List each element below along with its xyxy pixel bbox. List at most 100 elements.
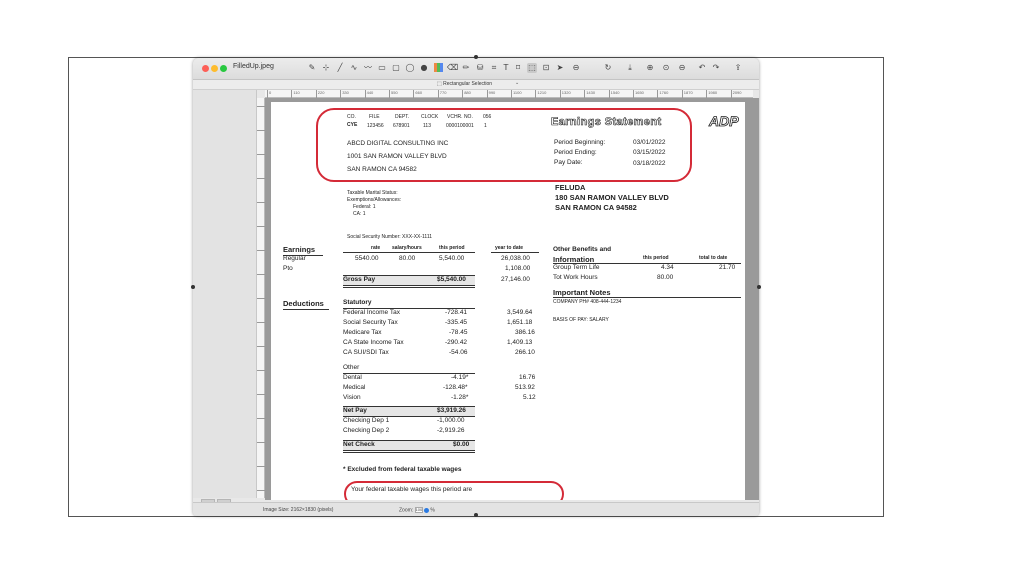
text-icon[interactable]: T — [501, 63, 511, 73]
crop-icon[interactable]: ⌗ — [489, 63, 499, 73]
ruler-number: 1870 — [683, 90, 693, 95]
net-check-label: Net Check — [343, 441, 375, 448]
color-swatch-icon[interactable] — [433, 63, 443, 73]
earnings-header-rule — [343, 252, 475, 253]
image-canvas[interactable]: CO. FILE DEPT. CLOCK VCHR. NO. 056 CYE 1… — [265, 98, 759, 500]
checking-dep-1-value: -1,000.00 — [437, 417, 465, 424]
rectangle-icon[interactable]: ▭ — [377, 63, 387, 73]
col-salary-hours: salary/hours — [392, 245, 422, 251]
ruler-tick — [257, 202, 265, 203]
line-icon[interactable]: ╱ — [335, 63, 345, 73]
ellipse-icon[interactable]: ◯ — [405, 63, 415, 73]
resize-handle-bottom[interactable] — [474, 513, 478, 517]
checking-dep-1-label: Checking Dep 1 — [343, 417, 390, 424]
resize-handle-right[interactable] — [757, 285, 761, 289]
zoom-actual-icon[interactable]: ⊙ — [661, 63, 671, 73]
deduction-this: -335.45 — [445, 319, 468, 326]
freehand-icon[interactable]: 〰 — [363, 63, 373, 73]
magic-select-icon[interactable]: ⊡ — [541, 63, 551, 73]
zoom-input[interactable]: 100 — [414, 507, 423, 513]
curve-icon[interactable]: ∿ — [349, 63, 359, 73]
filled-circle-icon[interactable]: ● — [419, 63, 429, 73]
ruler-tick — [535, 90, 537, 98]
pointer-icon[interactable]: ➤ — [555, 63, 565, 73]
deduction-this: -290.42 — [445, 339, 468, 346]
reload-icon[interactable]: ↻ — [603, 63, 613, 73]
employee-address-1: 180 SAN RAMON VALLEY BLVD — [555, 193, 669, 202]
ytd-header-rule — [491, 252, 539, 253]
close-window-button[interactable] — [202, 65, 209, 72]
zoom-in-icon[interactable]: ⊕ — [645, 63, 655, 73]
eraser-icon[interactable]: ⌫ — [447, 63, 458, 73]
ruler-number: 990 — [488, 90, 496, 95]
minimize-window-button[interactable] — [211, 65, 218, 72]
ruler-tick — [257, 490, 265, 491]
adp-logo: ADP — [709, 113, 739, 130]
ruler-number: 220 — [317, 90, 325, 95]
pen-tool-icon[interactable]: ✎ — [307, 63, 317, 73]
gross-pay-this: $5,540.00 — [437, 276, 466, 283]
other-deduction-this: -1.28* — [451, 394, 469, 401]
ruler-number: 660 — [415, 90, 423, 95]
share-icon[interactable]: ⇪ — [733, 63, 743, 73]
brush-icon[interactable]: ✏ — [461, 63, 471, 73]
rounded-rect-icon[interactable]: ▢ — [391, 63, 401, 73]
other-benefits-heading: Other Benefits and — [553, 246, 612, 253]
selection-icon[interactable]: ⬚ — [527, 63, 537, 73]
lasso-icon[interactable]: ⊹ — [321, 63, 331, 73]
transform-icon[interactable]: ⌑ — [513, 63, 523, 73]
ruler-tick — [267, 90, 268, 98]
gross-pay-ytd: 27,146.00 — [501, 276, 530, 283]
ruler-number: 1980 — [708, 90, 718, 95]
ruler-number: 0 — [269, 90, 272, 95]
ruler-number: 1210 — [537, 90, 547, 95]
other-heading: Other — [343, 364, 360, 371]
ruler-number: 330 — [342, 90, 349, 95]
deductions-underline — [283, 309, 329, 310]
vertical-ruler[interactable] — [257, 98, 265, 498]
fill-icon[interactable]: ⛁ — [475, 63, 485, 73]
ruler-tick — [730, 90, 732, 98]
ruler-tick — [257, 178, 265, 179]
group-term-total: 21.70 — [719, 264, 736, 271]
net-pay-value: $3,919.26 — [437, 407, 466, 414]
ruler-tick — [257, 130, 265, 131]
resize-handle-top[interactable] — [474, 55, 478, 59]
basis-of-pay: BASIS OF PAY: SALARY — [553, 317, 609, 323]
group-term-this: 4.34 — [661, 264, 674, 271]
excluded-note: * Excluded from federal taxable wages — [343, 466, 462, 473]
ruler-number: 440 — [366, 90, 374, 95]
horizontal-ruler[interactable]: 0 110 220 330 440 550 660 770 880 990 1100 1210 1320… — [265, 90, 753, 98]
toolbar: FilledUp.jpeg ✎ ⊹ ╱ ∿ 〰 ▭ ▢ ◯ ● ⌫ ✏ ⛁ ⌗ … — [193, 58, 759, 80]
company-phone: COMPANY PH# 408-444-1234 — [553, 299, 622, 305]
export-icon[interactable]: ⤓ — [625, 63, 635, 73]
more-icon[interactable]: ⊖ — [571, 63, 581, 73]
zoom-stepper[interactable] — [423, 507, 429, 513]
ob-col-this: this period — [643, 255, 669, 261]
other-deduction-ytd: 5.12 — [523, 394, 536, 401]
ruler-tick — [389, 90, 390, 98]
statutory-heading: Statutory — [343, 299, 372, 306]
net-check-bottom-rule — [343, 450, 475, 453]
sidebar-tools: ✕ — [201, 493, 253, 509]
deduction-this: -54.06 — [449, 349, 468, 356]
ruler-tick — [584, 90, 586, 98]
redo-icon[interactable]: ↷ — [711, 63, 721, 73]
ruler-tick — [608, 90, 610, 98]
ruler-tick — [681, 90, 683, 98]
ruler-number: 880 — [464, 90, 471, 95]
group-term-label: Group Term Life — [553, 264, 600, 271]
resize-handle-left[interactable] — [191, 285, 195, 289]
col-rate: rate — [371, 245, 381, 251]
undo-icon[interactable]: ↶ — [697, 63, 707, 73]
ruler-tick — [413, 90, 415, 98]
employee-name: FELUDA — [555, 183, 586, 192]
maximize-window-button[interactable] — [220, 65, 227, 72]
zoom-unit: % — [430, 507, 435, 514]
chevron-down-icon: ⌄ — [515, 80, 520, 86]
marital-status: Taxable Marital Status: — [347, 190, 398, 196]
ruler-tick — [257, 442, 265, 443]
ruler-tick — [257, 322, 265, 323]
zoom-out-icon[interactable]: ⊖ — [677, 63, 687, 73]
selection-mode-dropdown[interactable]: ⬚ Rectangular Selection — [437, 81, 492, 87]
